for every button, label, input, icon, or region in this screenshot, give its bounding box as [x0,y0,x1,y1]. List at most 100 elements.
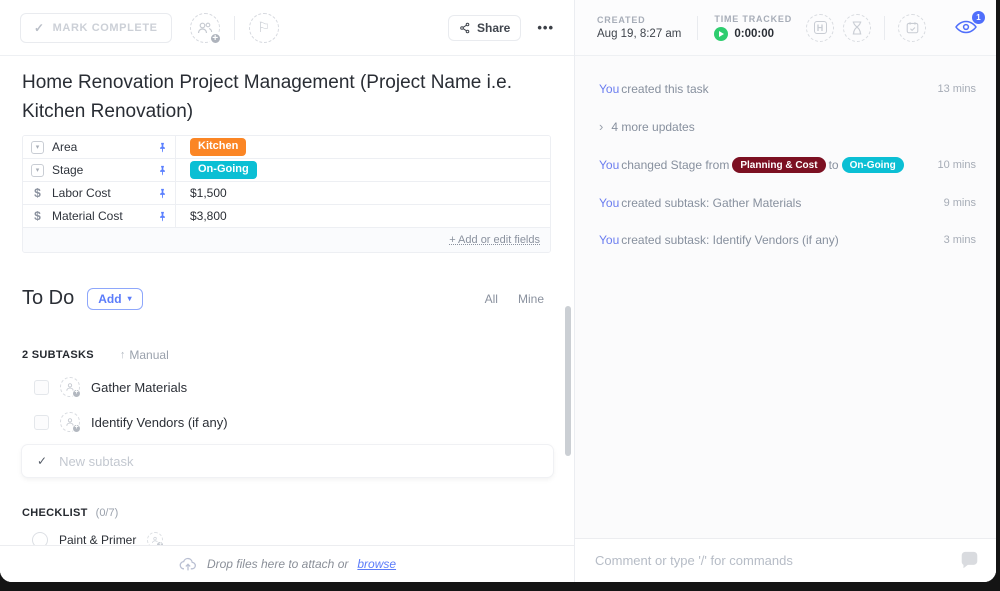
field-label: Stage [52,163,83,177]
new-subtask-input[interactable] [59,454,553,469]
activity-time: 13 mins [927,83,976,95]
created-block: CREATED Aug 19, 8:27 am [597,15,681,40]
activity-text: created subtask: Identify Vendors (if an… [621,233,838,247]
pin-icon[interactable] [157,142,168,153]
field-row-material-cost[interactable]: $ Material Cost $3,800 [23,205,550,228]
checklist-item[interactable]: Paint & Primer + [22,529,550,545]
field-label: Labor Cost [52,186,111,200]
checklist-radio[interactable] [32,532,48,545]
header-divider [697,16,698,40]
activity-panel: CREATED Aug 19, 8:27 am TIME TRACKED 0:0… [575,0,996,582]
cloud-upload-icon [178,556,198,572]
field-label: Material Cost [52,209,123,223]
more-menu-button[interactable]: ••• [537,20,554,35]
mark-complete-label: MARK COMPLETE [53,22,158,34]
start-timer-button[interactable] [714,27,728,41]
add-dropdown-button[interactable]: Add ▾ [87,288,142,310]
tab-mine[interactable]: Mine [518,292,544,306]
subtask-name[interactable]: Gather Materials [91,380,187,395]
field-label: Area [52,140,77,154]
set-priority-button[interactable]: ⚐ [249,13,279,43]
scrollbar-thumb[interactable] [565,306,571,456]
expand-updates-row[interactable]: › 4 more updates [599,119,976,134]
browse-link[interactable]: browse [357,557,396,571]
activity-actor[interactable]: You [599,82,619,96]
sort-label: Manual [129,348,168,362]
activity-actor[interactable]: You [599,196,619,210]
labor-cost-value[interactable]: $1,500 [190,186,227,200]
activity-text: created this task [621,82,708,96]
tab-all[interactable]: All [485,292,498,306]
mark-complete-button[interactable]: ✓ MARK COMPLETE [20,13,172,43]
subtask-assignee-button[interactable]: + [60,377,80,397]
time-tracked-label: TIME TRACKED [714,14,792,24]
activity-text: created subtask: Gather Materials [621,196,801,210]
area-value-badge[interactable]: Kitchen [190,138,246,155]
check-icon: ✓ [37,454,47,468]
share-button[interactable]: Share [448,15,521,41]
pin-icon[interactable] [157,188,168,199]
toolbar-divider [234,16,235,40]
checklist-item-name[interactable]: Paint & Primer [59,533,136,545]
checklist-header: CHECKLIST (0/7) [22,507,550,519]
new-subtask-box: ✓ [22,445,553,477]
status-heading: To Do [22,287,74,310]
subtask-checkbox[interactable] [34,380,49,395]
due-date-button[interactable] [898,14,926,42]
task-panel: ✓ MARK COMPLETE + ⚐ [0,0,575,582]
sort-manual-button[interactable]: ↑ Manual [120,348,169,362]
add-label: Add [98,292,121,306]
check-icon: ✓ [34,21,45,35]
add-assignee-button[interactable]: + [190,13,220,43]
activity-time: 10 mins [927,159,976,171]
activity-time: 9 mins [934,197,976,209]
people-icon [197,21,213,35]
share-icon [459,22,471,34]
hotkeys-button[interactable]: H [806,14,834,42]
attachment-dropzone[interactable]: Drop files here to attach or browse [0,545,574,582]
comment-input[interactable] [595,553,949,568]
chevron-right-icon: › [599,119,603,134]
task-title[interactable]: Home Renovation Project Management (Proj… [22,69,557,126]
todo-section-header: To Do Add ▾ All Mine [22,287,550,310]
checklist-title: CHECKLIST [22,507,88,519]
pin-icon[interactable] [157,211,168,222]
task-body: Home Renovation Project Management (Proj… [0,56,574,545]
subtask-checkbox[interactable] [34,415,49,430]
more-updates-text[interactable]: 4 more updates [611,120,694,134]
dropzone-text: Drop files here to attach or [207,557,348,571]
time-tracked-value: 0:00:00 [734,28,774,40]
checklist-assignee-button[interactable]: + [147,532,163,545]
fields-footer: + Add or edit fields [23,228,550,252]
field-row-stage[interactable]: ▾ Stage On-Going [23,159,550,182]
subtask-assignee-button[interactable]: + [60,412,80,432]
activity-time: 3 mins [934,234,976,246]
estimate-button[interactable] [843,14,871,42]
activity-actor[interactable]: You [599,158,619,172]
activity-feed: You created this task 13 mins › 4 more u… [575,56,996,538]
play-icon [719,31,724,37]
field-row-labor-cost[interactable]: $ Labor Cost $1,500 [23,182,550,205]
watchers-button[interactable]: 1 [954,17,980,39]
subtask-name[interactable]: Identify Vendors (if any) [91,415,228,430]
add-edit-fields-link[interactable]: + Add or edit fields [449,234,540,246]
activity-item: You created subtask: Identify Vendors (i… [599,233,976,247]
stage-value-badge[interactable]: On-Going [190,161,257,178]
flag-icon: ⚐ [257,19,270,36]
time-tracked-block: TIME TRACKED 0:00:00 [714,14,792,41]
plus-icon: + [72,389,81,398]
activity-actor[interactable]: You [599,233,619,247]
subtask-row[interactable]: + Gather Materials [22,377,550,397]
task-toolbar: ✓ MARK COMPLETE + ⚐ [0,0,574,56]
subtasks-count: 2 SUBTASKS [22,349,94,361]
material-cost-value[interactable]: $3,800 [190,209,227,223]
pin-icon[interactable] [157,165,168,176]
send-comment-icon[interactable] [959,551,980,570]
old-stage-badge: Planning & Cost [732,157,825,173]
subtask-row[interactable]: + Identify Vendors (if any) [22,412,550,432]
activity-text: to [829,158,839,172]
activity-header: CREATED Aug 19, 8:27 am TIME TRACKED 0:0… [575,0,996,56]
activity-item: You changed Stage from Planning & Cost t… [599,157,976,173]
sort-up-icon: ↑ [120,349,126,361]
field-row-area[interactable]: ▾ Area Kitchen [23,136,550,159]
